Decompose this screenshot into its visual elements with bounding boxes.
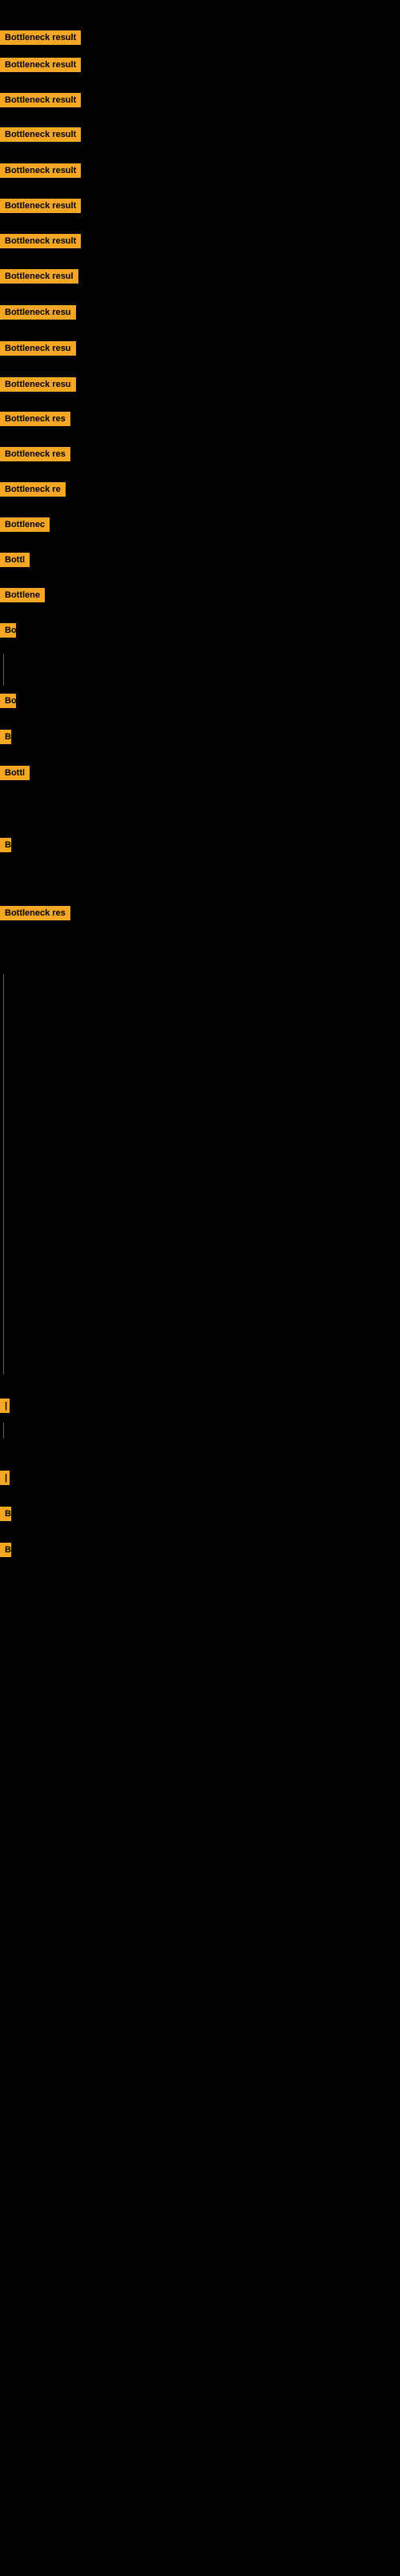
bottleneck-badge-20[interactable]: B [0,730,11,748]
bottleneck-badge-1[interactable]: Bottleneck result [0,30,81,49]
bottleneck-badge-19[interactable]: Bo [0,694,16,712]
bottleneck-badge-23[interactable]: Bottleneck res [0,906,70,924]
bottleneck-badge-9[interactable]: Bottleneck resu [0,305,76,324]
bottleneck-badge-18[interactable]: Bo [0,623,16,642]
site-title [0,0,400,13]
bottleneck-badge-11[interactable]: Bottleneck resu [0,377,76,396]
bottleneck-badge-12[interactable]: Bottleneck res [0,412,70,430]
bottleneck-badge-24[interactable]: | [0,1399,10,1417]
bottleneck-badge-27[interactable]: B [0,1543,11,1561]
bottleneck-badge-10[interactable]: Bottleneck resu [0,341,76,360]
bottleneck-badge-22[interactable]: B [0,838,11,856]
bottleneck-badge-26[interactable]: B [0,1507,11,1525]
bottleneck-badge-6[interactable]: Bottleneck result [0,199,81,217]
bottleneck-badge-7[interactable]: Bottleneck result [0,234,81,252]
bottleneck-badge-16[interactable]: Bottl [0,553,30,571]
bottleneck-badge-8[interactable]: Bottleneck resul [0,269,78,288]
vertical-line-1 [3,974,4,1375]
bottleneck-badge-15[interactable]: Bottlenec [0,517,50,536]
bottleneck-badge-5[interactable]: Bottleneck result [0,163,81,182]
bottleneck-badge-14[interactable]: Bottleneck re [0,482,66,501]
bottleneck-badge-17[interactable]: Bottlene [0,588,45,606]
bottleneck-badge-25[interactable]: | [0,1471,10,1489]
bottleneck-badge-4[interactable]: Bottleneck result [0,127,81,146]
bottleneck-badge-13[interactable]: Bottleneck res [0,447,70,465]
vertical-line-0 [3,654,4,686]
bottleneck-badge-2[interactable]: Bottleneck result [0,58,81,76]
vertical-line-2 [3,1423,4,1439]
bottleneck-badge-3[interactable]: Bottleneck result [0,93,81,111]
bottleneck-badge-21[interactable]: Bottl [0,766,30,784]
